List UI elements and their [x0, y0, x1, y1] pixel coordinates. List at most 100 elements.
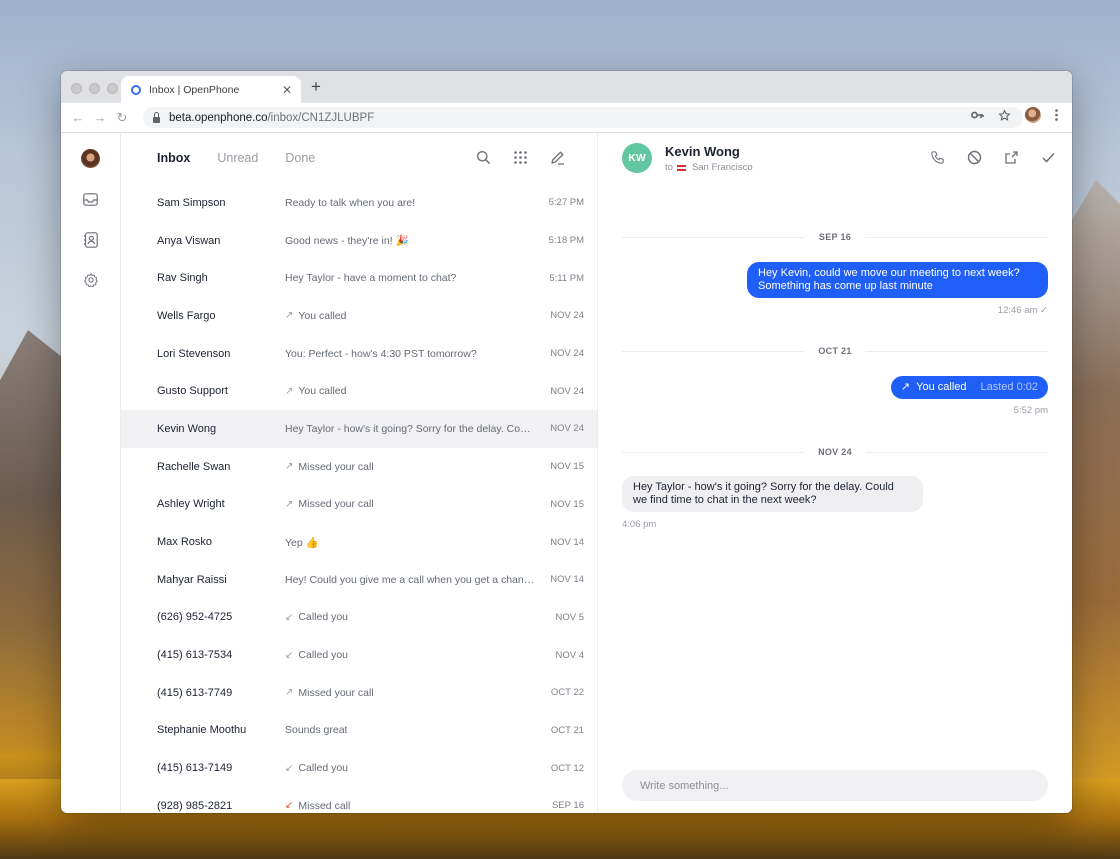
- row-time: NOV 14: [550, 574, 584, 586]
- conversation-pane: KW Kevin Wong to San Francisco SEP 16 He…: [598, 132, 1072, 813]
- row-preview: ↙ Called you: [285, 611, 535, 623]
- date-label: SEP 16: [804, 232, 866, 242]
- left-rail: [61, 132, 121, 813]
- share-button[interactable]: [1004, 150, 1019, 165]
- conversation-row[interactable]: Max Rosko Yep 👍 NOV 14: [121, 523, 597, 561]
- tab-done[interactable]: Done: [285, 151, 315, 165]
- conversation-row[interactable]: Ashley Wright ↗ Missed your call NOV 15: [121, 486, 597, 524]
- row-contact-name: Wells Fargo: [157, 309, 216, 322]
- conversation-row[interactable]: (626) 952-4725 ↙ Called you NOV 5: [121, 599, 597, 637]
- call-direction-icon: ↗: [285, 461, 294, 473]
- conversation-rows: Sam Simpson Ready to talk when you are! 5:…: [121, 184, 597, 813]
- minimize-window-button[interactable]: [89, 83, 100, 94]
- row-preview-text: You called: [298, 309, 347, 322]
- row-preview-text: Called you: [298, 611, 349, 624]
- tab-inbox[interactable]: Inbox: [157, 151, 190, 165]
- row-contact-name: Stephanie Moothu: [157, 724, 247, 737]
- close-window-button[interactable]: [71, 83, 82, 94]
- settings-gear-icon: [83, 272, 98, 287]
- key-icon[interactable]: [971, 111, 984, 119]
- user-avatar[interactable]: [81, 149, 100, 168]
- row-preview-text: You called: [298, 385, 347, 398]
- mark-done-button[interactable]: [1041, 150, 1056, 165]
- row-time: OCT 22: [550, 687, 584, 699]
- row-preview-text: Missed call: [298, 799, 351, 812]
- dialpad-grid-icon: [514, 151, 527, 164]
- reload-button[interactable]: ↻: [111, 110, 133, 126]
- lock-icon: [153, 111, 160, 123]
- conversation-row[interactable]: Mahyar Raissi Hey! Could you give me a ca…: [121, 561, 597, 599]
- back-button[interactable]: ←: [67, 110, 89, 125]
- row-preview: ↗ Missed your call: [285, 498, 535, 510]
- row-contact-name: (626) 952-4725: [157, 611, 233, 624]
- tab-title: Inbox | OpenPhone: [149, 83, 240, 96]
- incoming-message[interactable]: Hey Taylor - how's it going? Sorry for t…: [622, 476, 923, 512]
- openphone-app: Inbox Unread Done Sam Simpson Ready to t…: [61, 132, 1072, 813]
- row-preview: Yep 👍: [285, 536, 535, 549]
- row-preview: You: Perfect - how's 4:30 PST tomorrow?: [285, 348, 535, 360]
- conversation-row[interactable]: Stephanie Moothu Sounds great OCT 21: [121, 712, 597, 750]
- us-flag-icon: [676, 164, 686, 171]
- contacts-icon: [83, 231, 98, 248]
- contact-avatar[interactable]: KW: [622, 143, 652, 173]
- compose-pencil-icon: [551, 151, 564, 165]
- conversation-row[interactable]: Gusto Support ↗ You called NOV 24: [121, 372, 597, 410]
- message-input[interactable]: Write something...: [622, 770, 1048, 801]
- conversation-row[interactable]: Wells Fargo ↗ You called NOV 24: [121, 297, 597, 335]
- forward-button[interactable]: →: [89, 110, 111, 125]
- row-contact-name: Rachelle Swan: [157, 460, 231, 473]
- row-contact-name: Kevin Wong: [157, 422, 217, 435]
- conversation-row[interactable]: Rav Singh Hey Taylor - have a moment to c…: [121, 259, 597, 297]
- row-preview-text: Missed your call: [298, 460, 374, 473]
- conversation-row[interactable]: (415) 613-7149 ↙ Called you OCT 12: [121, 749, 597, 787]
- tab-close-icon[interactable]: ✕: [282, 83, 292, 97]
- call-direction-icon: ↗: [285, 687, 294, 699]
- conversation-row[interactable]: Sam Simpson Ready to talk when you are! 5:…: [121, 184, 597, 222]
- block-button[interactable]: [967, 150, 982, 165]
- conversation-row[interactable]: Anya Viswan Good news - they're in! 🎉 5:18…: [121, 222, 597, 260]
- call-record-bubble[interactable]: ↗ You called Lasted 0:02: [890, 376, 1048, 399]
- conversation-row[interactable]: (928) 985-2821 ↙ Missed call SEP 16: [121, 787, 597, 813]
- conversation-row[interactable]: (415) 613-7534 ↙ Called you NOV 4: [121, 636, 597, 674]
- browser-tab[interactable]: Inbox | OpenPhone ✕: [121, 76, 301, 103]
- new-tab-button[interactable]: +: [311, 77, 321, 97]
- row-contact-name: Sam Simpson: [157, 196, 226, 209]
- search-button[interactable]: [476, 150, 491, 165]
- date-label: OCT 21: [804, 346, 866, 356]
- row-preview-text: Hey! Could you give me a call when you g…: [285, 573, 535, 586]
- rail-contacts[interactable]: [81, 230, 100, 249]
- row-time: NOV 5: [555, 611, 584, 623]
- zoom-window-button[interactable]: [107, 83, 118, 94]
- row-preview-text: You: Perfect - how's 4:30 PST tomorrow?: [285, 347, 477, 360]
- tab-unread[interactable]: Unread: [217, 151, 258, 165]
- row-preview-text: Called you: [298, 649, 349, 662]
- compose-button[interactable]: [550, 150, 565, 165]
- conversation-row[interactable]: Kevin Wong Hey Taylor - how's it going? S…: [121, 410, 597, 448]
- address-bar[interactable]: beta.openphone.co/inbox/CN1ZJLUBPF: [143, 107, 1023, 128]
- row-preview: ↗ You called: [285, 310, 535, 322]
- star-icon[interactable]: [998, 108, 1011, 122]
- row-time: NOV 15: [550, 498, 584, 510]
- conversation-row[interactable]: Lori Stevenson You: Perfect - how's 4:30 …: [121, 335, 597, 373]
- row-preview-text: Hey Taylor - how's it going? Sorry for t…: [285, 422, 535, 435]
- call-button[interactable]: [930, 150, 945, 165]
- conversation-row[interactable]: (415) 613-7749 ↗ Missed your call OCT 22: [121, 674, 597, 712]
- contact-name[interactable]: Kevin Wong: [665, 144, 740, 159]
- more-menu-icon[interactable]: [1055, 109, 1058, 121]
- rail-settings[interactable]: [81, 270, 100, 289]
- outgoing-message[interactable]: Hey Kevin, could we move our meeting to …: [747, 262, 1048, 298]
- row-time: NOV 24: [550, 348, 584, 360]
- row-time: OCT 21: [550, 724, 584, 736]
- date-divider: SEP 16: [622, 232, 1048, 242]
- contact-subtitle: to San Francisco: [665, 162, 753, 173]
- dialpad-button[interactable]: [513, 150, 528, 165]
- list-header-actions: [476, 150, 565, 165]
- row-contact-name: Max Rosko: [157, 536, 213, 549]
- row-contact-name: Ashley Wright: [157, 498, 225, 511]
- browser-profile-avatar[interactable]: [1025, 107, 1041, 123]
- message-line: Something has come up last minute: [758, 280, 933, 292]
- conversation-row[interactable]: Rachelle Swan ↗ Missed your call NOV 15: [121, 448, 597, 486]
- rail-inbox[interactable]: [81, 190, 100, 209]
- row-time: NOV 24: [550, 423, 584, 435]
- row-time: NOV 15: [550, 461, 584, 473]
